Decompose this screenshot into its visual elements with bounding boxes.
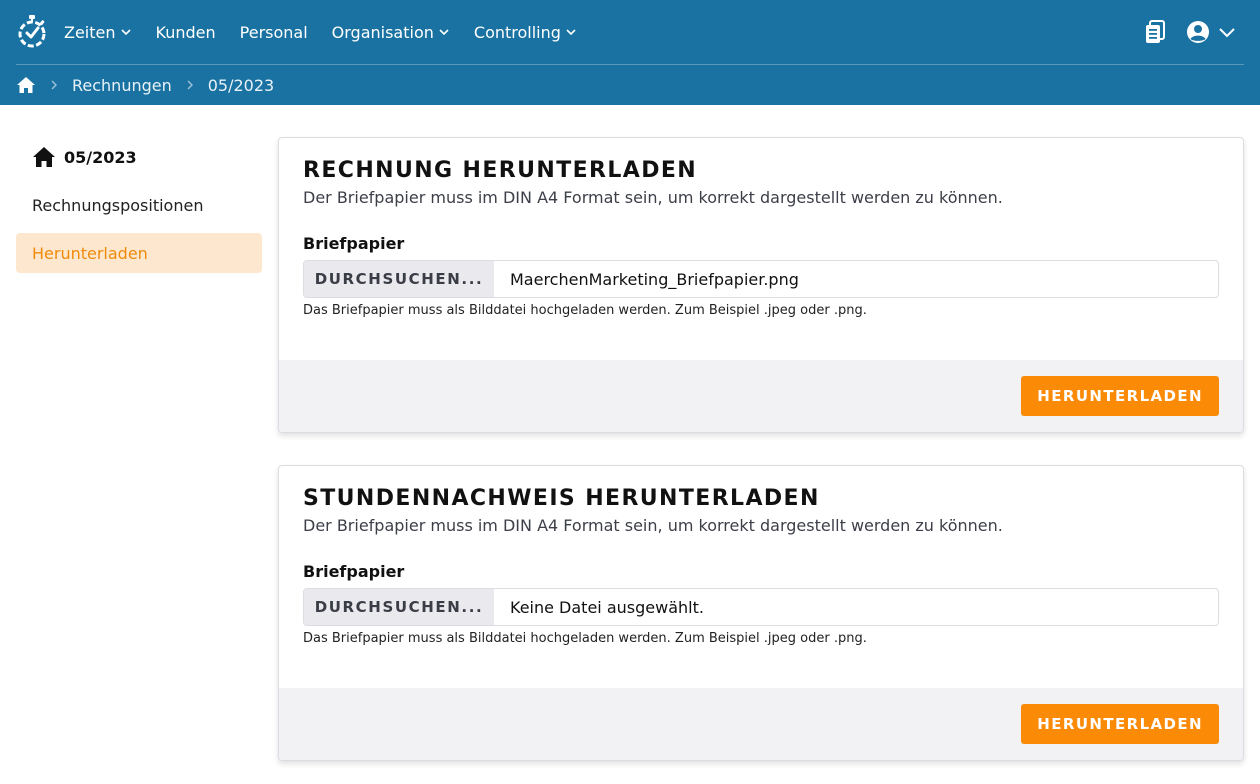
field-hint: Das Briefpapier muss als Bilddatei hochg… [303,631,867,646]
letterhead-file-input[interactable]: DURCHSUCHEN... Keine Datei ausgewählt. [303,588,1219,626]
nav-item-label: Zeiten [64,22,116,42]
breadcrumb-item-rechnungen[interactable]: Rechnungen [72,76,172,95]
clipboard-icon[interactable] [1144,20,1166,44]
user-menu[interactable] [1186,20,1236,44]
browse-button[interactable]: DURCHSUCHEN... [304,589,494,625]
chevron-down-icon [120,29,131,36]
field-label: Briefpapier [303,562,405,581]
field-label: Briefpapier [303,234,405,253]
chevron-down-icon [1219,28,1235,38]
chevron-right-icon [51,80,57,90]
stopwatch-logo-icon[interactable] [16,15,48,49]
nav-item-label: Controlling [473,22,561,42]
main-navigation: Zeiten Kunden Personal Organisation Cont… [0,0,1260,64]
selected-file-name: MaerchenMarketing_Briefpapier.png [510,269,799,289]
card-footer: HERUNTERLADEN [279,360,1243,432]
timesheet-download-card: STUNDENNACHWEIS HERUNTERLADEN Der Briefp… [278,465,1244,761]
card-title: RECHNUNG HERUNTERLADEN [303,158,698,183]
card-footer: HERUNTERLADEN [279,688,1243,760]
nav-item-organisation[interactable]: Organisation [332,23,450,42]
card-subtitle: Der Briefpapier muss im DIN A4 Format se… [303,188,1003,207]
nav-item-zeiten[interactable]: Zeiten [64,23,132,42]
letterhead-file-input[interactable]: DURCHSUCHEN... MaerchenMarketing_Briefpa… [303,260,1219,298]
field-hint: Das Briefpapier muss als Bilddatei hochg… [303,303,867,318]
download-invoice-button[interactable]: HERUNTERLADEN [1021,376,1219,416]
download-timesheet-button[interactable]: HERUNTERLADEN [1021,704,1219,744]
card-title: STUNDENNACHWEIS HERUNTERLADEN [303,486,820,511]
browse-button[interactable]: DURCHSUCHEN... [304,261,494,297]
nav-item-label: Organisation [331,22,434,42]
chevron-down-icon [566,29,576,36]
invoice-download-card: RECHNUNG HERUNTERLADEN Der Briefpapier m… [278,137,1244,433]
home-icon [33,147,55,167]
breadcrumb: Rechnungen 05/2023 [16,65,274,105]
nav-item-kunden[interactable]: Kunden [156,23,216,42]
nav-item-label: Kunden [155,22,216,42]
sidebar-item-label: Herunterladen [32,243,148,263]
sidebar: 05/2023 Rechnungspositionen Herunterlade… [16,137,262,273]
user-circle-icon [1187,21,1209,43]
card-subtitle: Der Briefpapier muss im DIN A4 Format se… [303,516,1003,535]
chevron-down-icon [439,29,449,36]
sidebar-header: 05/2023 [16,137,262,177]
breadcrumb-item-current[interactable]: 05/2023 [208,76,274,95]
sidebar-item-rechnungspositionen[interactable]: Rechnungspositionen [16,185,262,225]
nav-item-label: Personal [239,22,308,42]
nav-item-personal[interactable]: Personal [240,23,308,42]
nav-item-controlling[interactable]: Controlling [474,23,577,42]
sidebar-item-label: Rechnungspositionen [32,195,204,215]
home-icon[interactable] [16,75,36,95]
selected-file-name: Keine Datei ausgewählt. [510,597,704,617]
top-header: Zeiten Kunden Personal Organisation Cont… [0,0,1260,105]
sidebar-title: 05/2023 [64,147,137,167]
sidebar-item-herunterladen[interactable]: Herunterladen [16,233,262,273]
chevron-right-icon [187,80,193,90]
